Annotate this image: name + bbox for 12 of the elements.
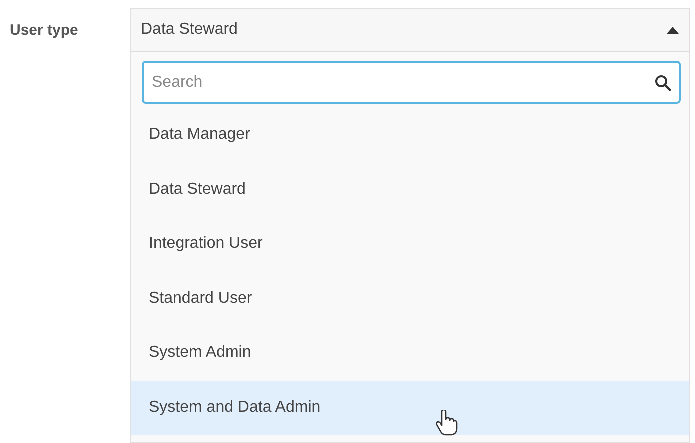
dropdown-option[interactable]: System and Data Admin xyxy=(131,380,689,435)
search-icon xyxy=(655,75,671,91)
dropdown-option[interactable]: Integration User xyxy=(131,217,689,272)
field-label: User type xyxy=(10,22,78,39)
dropdown-option[interactable]: Standard User xyxy=(131,272,689,326)
user-type-select[interactable]: Data Steward xyxy=(130,8,690,52)
dropdown-option[interactable]: System Admin xyxy=(131,326,689,380)
caret-icon xyxy=(667,26,679,34)
dropdown-option[interactable]: Data Steward xyxy=(131,162,689,217)
search-field[interactable]: Search xyxy=(142,61,681,104)
hand-cursor-icon xyxy=(436,410,458,436)
dropdown-option[interactable]: Data Manager xyxy=(131,108,689,162)
